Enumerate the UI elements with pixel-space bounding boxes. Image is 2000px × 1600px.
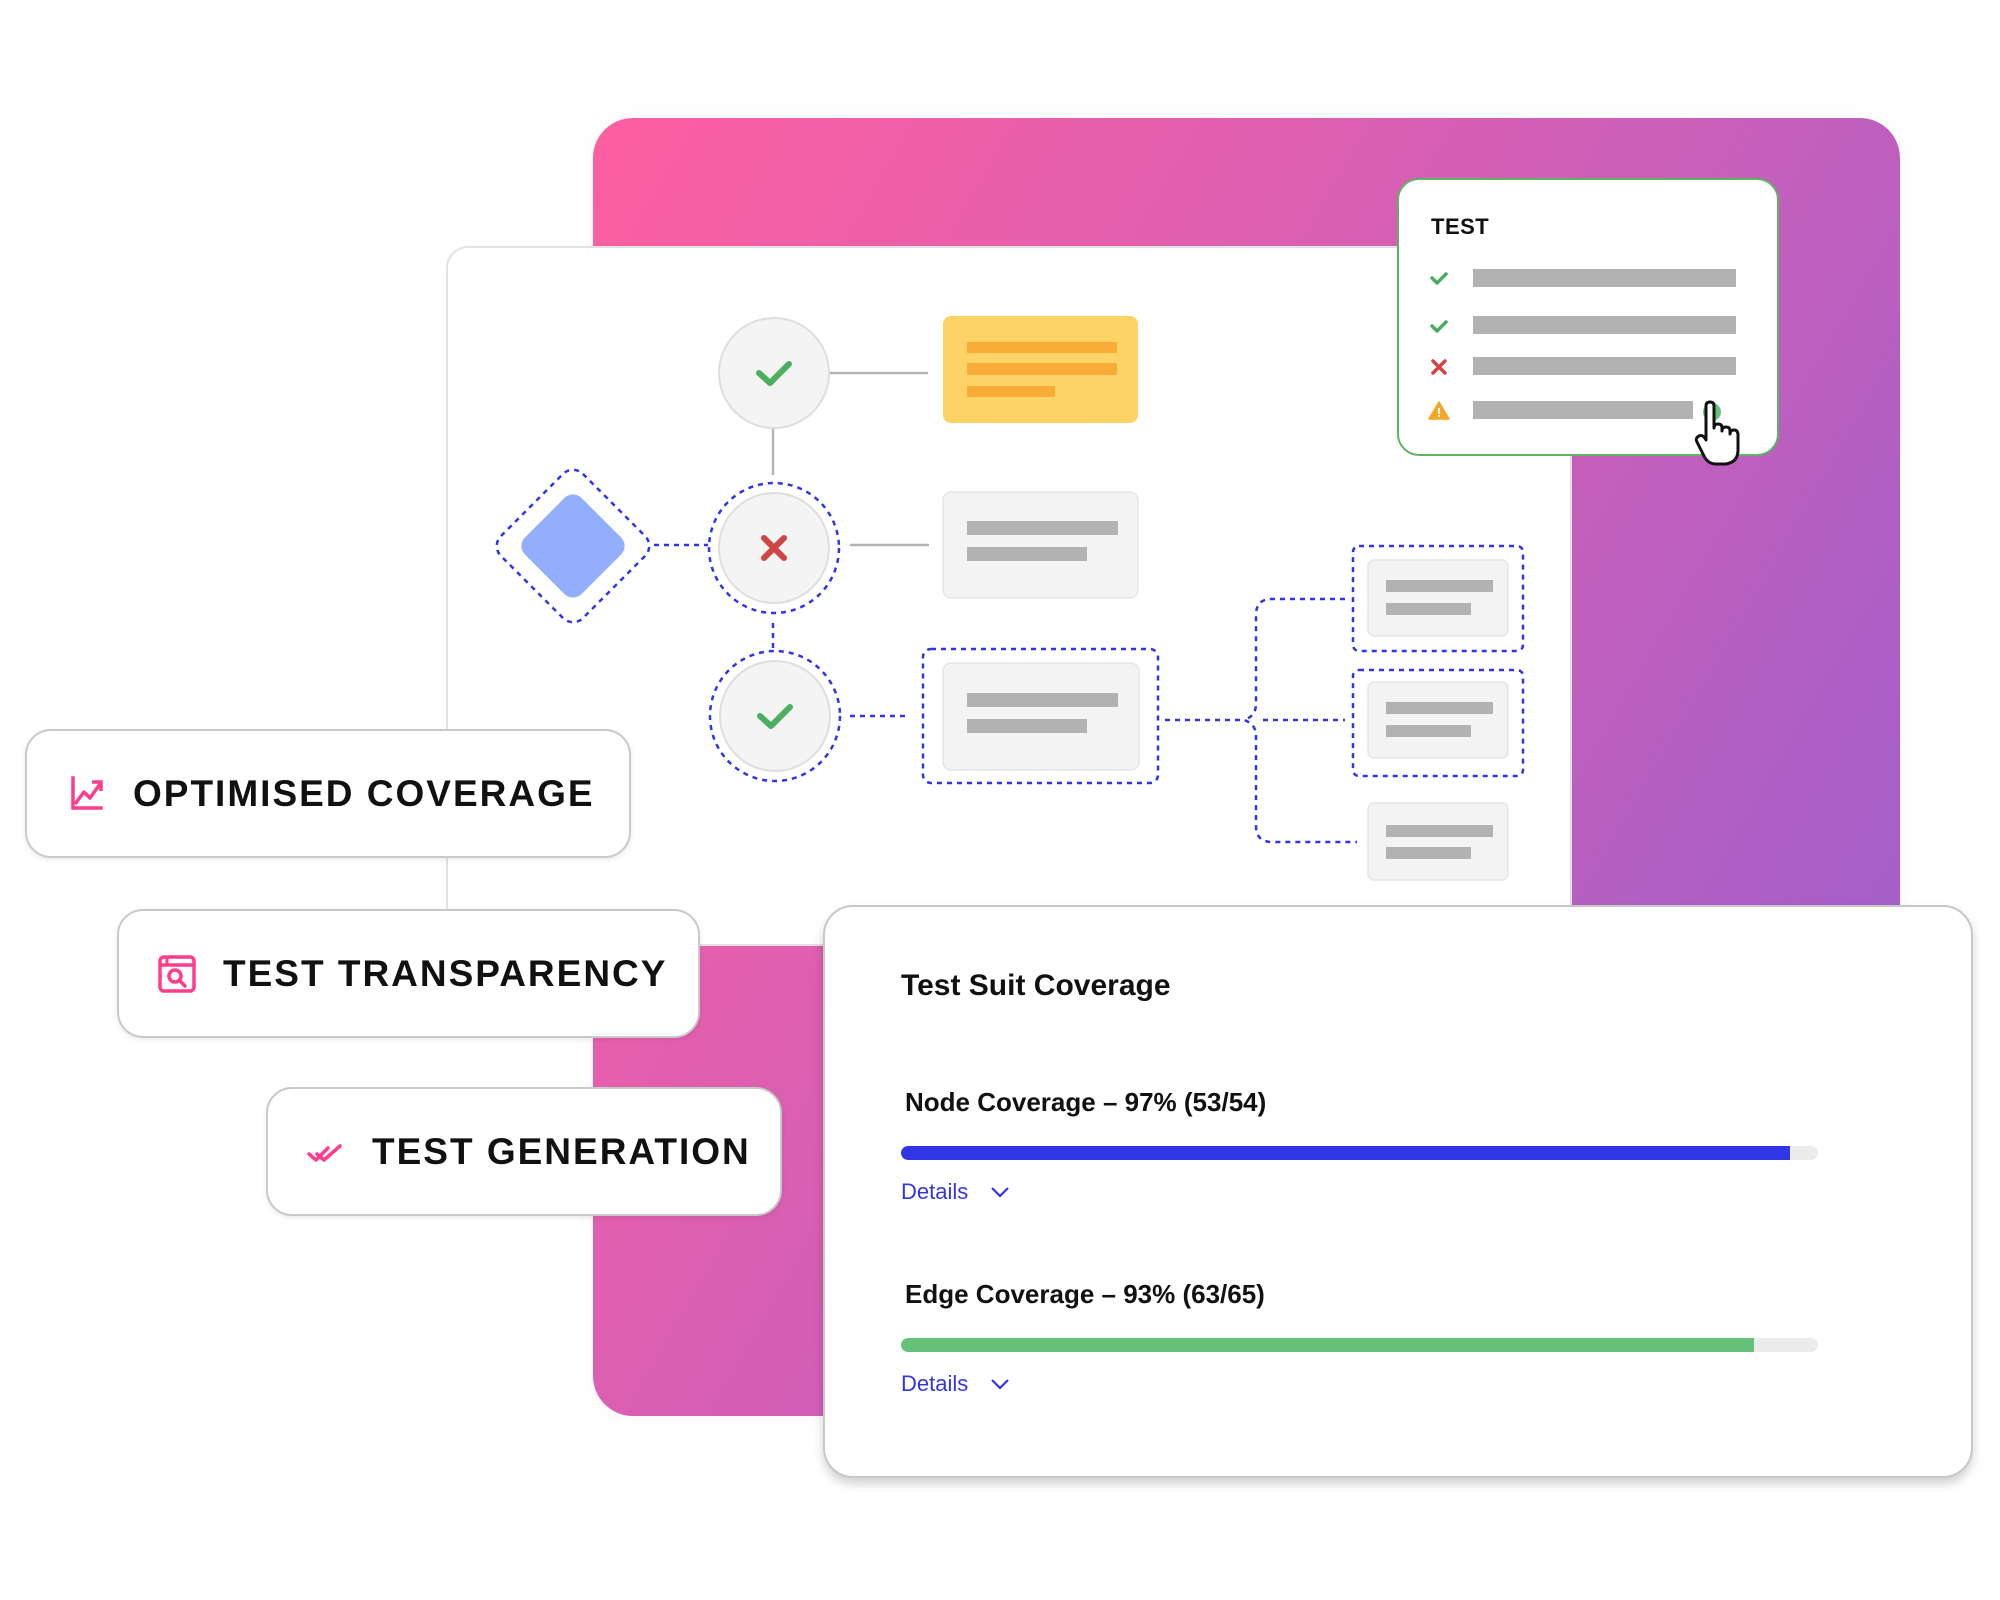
text-placeholder-bar xyxy=(1386,725,1471,737)
feature-card-test-transparency[interactable]: TEST TRANSPARENCY xyxy=(117,909,700,1038)
text-placeholder-bar xyxy=(1386,580,1493,592)
test-row-2[interactable] xyxy=(1473,316,1736,334)
note-card-bg xyxy=(942,491,1139,599)
note-card[interactable] xyxy=(942,491,1139,599)
coverage-card-title: Test Suit Coverage xyxy=(901,969,1171,1002)
note-card-highlighted[interactable] xyxy=(943,316,1138,423)
text-placeholder-bar xyxy=(967,719,1087,733)
note-card-bg xyxy=(942,662,1140,771)
step-node-2[interactable] xyxy=(707,481,841,615)
note-card-bg xyxy=(1367,559,1509,637)
node-coverage-progress-bar xyxy=(901,1146,1818,1160)
step-circle xyxy=(718,317,830,429)
warning-icon xyxy=(1428,401,1450,420)
hand-pointer-cursor-icon xyxy=(1694,400,1740,466)
check-icon xyxy=(1430,320,1448,333)
test-row-4[interactable] xyxy=(1473,401,1693,419)
note-card-bg xyxy=(1367,681,1509,759)
details-link[interactable]: Details xyxy=(901,1371,968,1397)
node-coverage-details-toggle[interactable]: Details xyxy=(901,1179,1010,1205)
feature-card-test-generation[interactable]: TEST GENERATION xyxy=(266,1087,782,1216)
text-placeholder-bar xyxy=(1386,702,1493,714)
text-placeholder-bar xyxy=(967,547,1087,561)
chevron-down-icon[interactable] xyxy=(990,1186,1010,1198)
branch-card-2[interactable] xyxy=(1351,668,1525,778)
text-placeholder-bar xyxy=(1386,847,1471,859)
note-card-bg xyxy=(1367,802,1509,881)
branch-card-3[interactable] xyxy=(1367,802,1509,881)
branch-connector xyxy=(1240,597,1357,844)
test-card-title: TEST xyxy=(1431,214,1490,239)
chevron-down-icon[interactable] xyxy=(990,1378,1010,1390)
feature-label: TEST GENERATION xyxy=(372,1130,751,1172)
step-circle xyxy=(719,660,831,772)
node-coverage-label: Node Coverage – 97% (53/54) xyxy=(905,1087,1267,1117)
trending-chart-icon xyxy=(71,775,103,810)
note-card-selected[interactable] xyxy=(921,647,1160,785)
branch-card-1[interactable] xyxy=(1351,544,1525,653)
text-placeholder-bar xyxy=(967,386,1055,397)
feature-card-optimised-coverage[interactable]: OPTIMISED COVERAGE xyxy=(25,729,631,858)
double-check-icon xyxy=(307,1143,342,1162)
text-placeholder-bar xyxy=(967,342,1117,353)
test-suite-coverage-card: Test Suit Coverage Node Coverage – 97% (… xyxy=(823,905,1973,1478)
decision-node[interactable] xyxy=(491,464,655,628)
step-node-1[interactable] xyxy=(718,317,830,429)
test-row-3[interactable] xyxy=(1473,357,1736,375)
node-coverage-progress-fill xyxy=(901,1146,1791,1160)
browser-search-icon xyxy=(158,954,196,993)
step-node-3[interactable] xyxy=(708,649,842,783)
x-icon xyxy=(1431,359,1447,375)
text-placeholder-bar xyxy=(1386,603,1471,615)
text-placeholder-bar xyxy=(1386,825,1493,837)
edge-coverage-progress-fill xyxy=(901,1338,1754,1352)
details-link[interactable]: Details xyxy=(901,1179,968,1205)
check-icon xyxy=(1430,272,1448,285)
text-placeholder-bar xyxy=(967,521,1118,535)
feature-label: TEST TRANSPARENCY xyxy=(223,952,668,994)
edge-coverage-details-toggle[interactable]: Details xyxy=(901,1371,1010,1397)
test-row-1[interactable] xyxy=(1473,269,1736,287)
text-placeholder-bar xyxy=(967,693,1118,707)
feature-label: OPTIMISED COVERAGE xyxy=(133,772,595,814)
edge-coverage-label: Edge Coverage – 93% (63/65) xyxy=(905,1279,1265,1309)
edge-coverage-progress-bar xyxy=(901,1338,1818,1352)
text-placeholder-bar xyxy=(967,363,1117,375)
diamond-shape xyxy=(521,494,625,598)
